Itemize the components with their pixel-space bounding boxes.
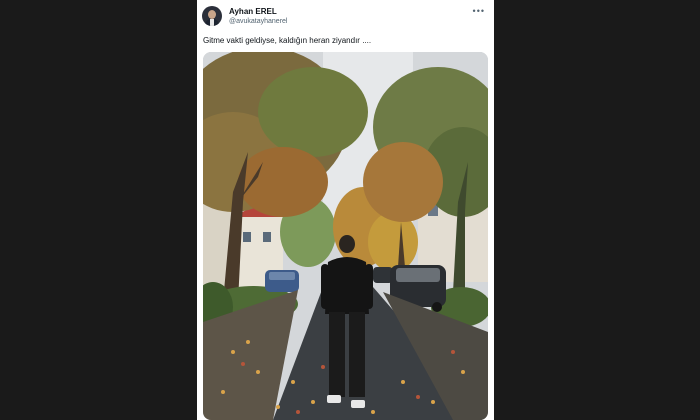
author-name[interactable]: Ayhan EREL <box>229 7 277 16</box>
avatar-shirt <box>210 19 214 26</box>
tweet-text: Gitme vakti geldiyse, kaldığın heran ziy… <box>203 36 372 45</box>
avatar-face <box>208 10 216 19</box>
tweet-header: Ayhan EREL @avukatayhanerel ••• <box>202 6 489 30</box>
avatar[interactable] <box>202 6 222 26</box>
tweet-photo[interactable] <box>203 52 488 420</box>
more-horizontal-icon[interactable]: ••• <box>473 6 485 16</box>
author-handle[interactable]: @avukatayhanerel <box>229 18 287 25</box>
street-photo-illustration <box>203 52 488 420</box>
tweet-card[interactable]: Ayhan EREL @avukatayhanerel ••• Gitme va… <box>197 0 494 420</box>
